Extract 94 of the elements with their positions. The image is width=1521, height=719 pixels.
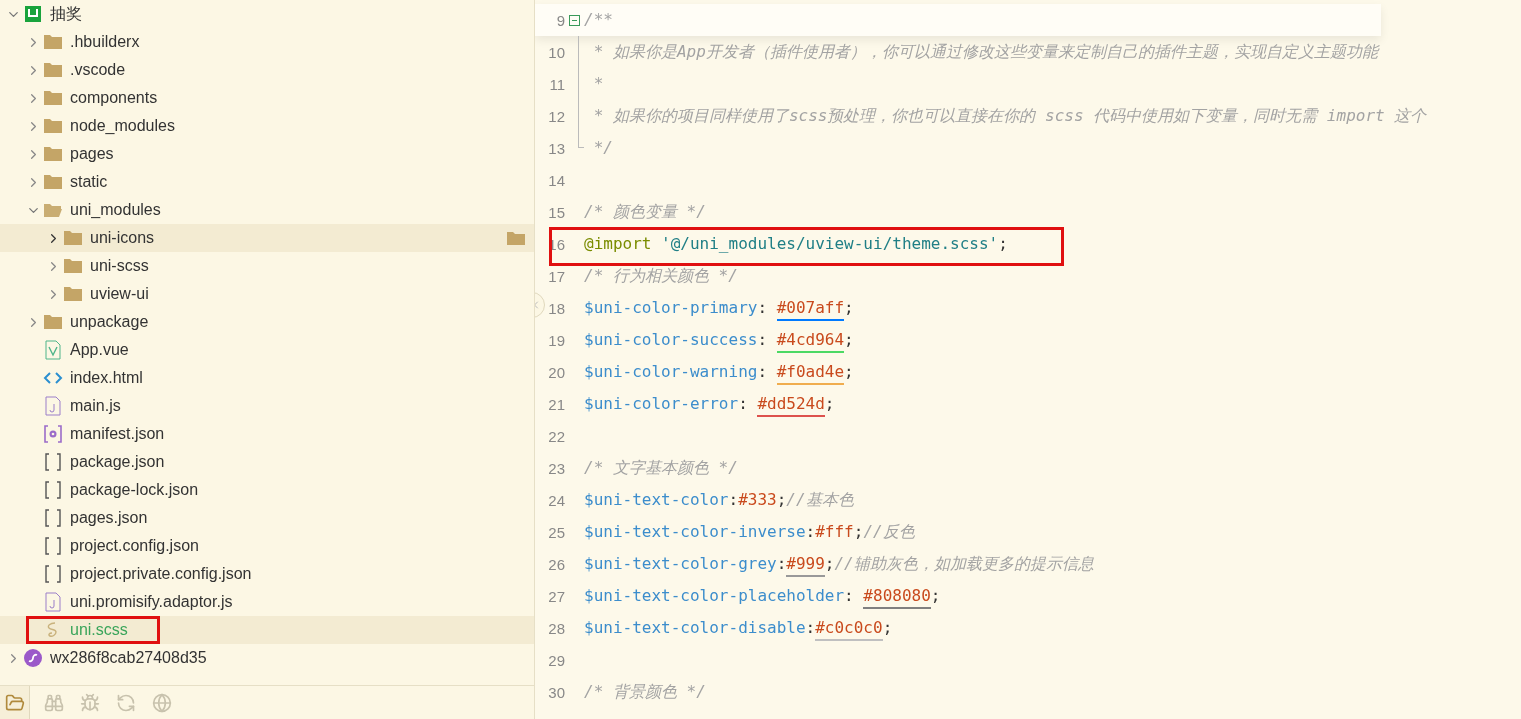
vue-file-icon	[45, 340, 61, 360]
tree-item[interactable]: index.html	[0, 364, 534, 392]
tree-item[interactable]: App.vue	[0, 336, 534, 364]
script-file-icon	[45, 592, 61, 612]
line-number: 11	[548, 75, 565, 93]
code-line: /* 背景颜色 */	[584, 684, 706, 700]
code-line: $uni-text-color-grey:#999;//辅助灰色，如加载更多的提示信息	[584, 556, 1094, 572]
folder-icon	[43, 174, 63, 190]
tree-item[interactable]: manifest.json	[0, 420, 534, 448]
tree-item[interactable]: node_modules	[0, 112, 534, 140]
line-number: 20	[547, 363, 565, 381]
line-number: 23	[547, 459, 565, 477]
tree-item[interactable]: package-lock.json	[0, 476, 534, 504]
tree-item[interactable]: uni.promisify.adaptor.js	[0, 588, 534, 616]
code-line: $uni-text-color-placeholder: #808080;	[584, 588, 941, 604]
tree-item[interactable]: uni-icons	[0, 224, 534, 252]
line-number: 13	[547, 139, 565, 157]
tree-item[interactable]: components	[0, 84, 534, 112]
tree-item[interactable]: package.json	[0, 448, 534, 476]
folder-icon	[43, 90, 63, 106]
code-line: *	[592, 76, 604, 92]
code-brackets-icon	[43, 371, 63, 385]
line-number: 18	[547, 299, 565, 317]
tree-item[interactable]: uni_modules	[0, 196, 534, 224]
binoculars-icon	[44, 692, 64, 713]
folder-icon[interactable]	[506, 231, 526, 246]
code-line: * 如果你是App开发者（插件使用者），你可以通过修改这些变量来定制自己的插件主题，实现自定义主题功能	[592, 44, 1378, 60]
code-line: @import '@/uni_modules/uview-ui/theme.scss';	[584, 236, 1008, 252]
folder-icon	[43, 118, 63, 134]
project-icon	[24, 5, 42, 23]
brackets-icon	[44, 565, 62, 583]
line-number: 29	[547, 651, 565, 669]
folder-tab[interactable]	[0, 686, 30, 719]
tree-item[interactable]: main.js	[0, 392, 534, 420]
code-line: /* 行为相关颜色 */	[584, 268, 738, 284]
line-number: 28	[547, 619, 565, 637]
code-line: /**	[584, 12, 613, 28]
tree-item[interactable]: unpackage	[0, 308, 534, 336]
tree-item[interactable]: 抽奖	[0, 0, 534, 28]
folder-icon	[43, 146, 63, 162]
line-number: 12	[547, 107, 565, 125]
code-line: $uni-text-color-disable:#c0c0c0;	[584, 620, 893, 636]
tree-item[interactable]: static	[0, 168, 534, 196]
folder-icon	[43, 314, 63, 330]
line-number: 30	[547, 683, 565, 701]
bug-icon	[80, 692, 100, 713]
tree-item[interactable]: .vscode	[0, 56, 534, 84]
line-number: 17	[547, 267, 565, 285]
tree-item[interactable]: uni-scss	[0, 252, 534, 280]
tree-item[interactable]: pages.json	[0, 504, 534, 532]
line-number: 24	[547, 491, 565, 509]
tree-item[interactable]: project.config.json	[0, 532, 534, 560]
code-line: $uni-color-success: #4cd964;	[584, 332, 854, 348]
link-circle-icon	[23, 648, 43, 668]
folder-icon	[4, 692, 25, 713]
line-number: 15	[547, 203, 565, 221]
globe-icon	[152, 692, 172, 713]
line-number: 19	[547, 331, 565, 349]
settings-file-icon	[44, 425, 62, 443]
fold-icon[interactable]	[569, 14, 580, 26]
open-folder-icon	[43, 202, 63, 218]
tree-item[interactable]: project.private.config.json	[0, 560, 534, 588]
brackets-icon	[44, 509, 62, 527]
tree-item[interactable]: pages	[0, 140, 534, 168]
tree-item[interactable]: .hbuilderx	[0, 28, 534, 56]
folder-icon	[63, 258, 83, 274]
code-line: * 如果你的项目同样使用了scss预处理，你也可以直接在你的 scss 代码中使用如下变量，同时无需 import 这个	[592, 108, 1427, 124]
folder-icon	[43, 34, 63, 50]
line-number: 9	[555, 11, 565, 29]
code-line: $uni-color-warning: #f0ad4e;	[584, 364, 854, 380]
code-line: /* 文字基本颜色 */	[584, 460, 738, 476]
line-number: 14	[547, 171, 565, 189]
code-line: */	[592, 140, 613, 156]
brackets-icon	[44, 537, 62, 555]
brackets-icon	[44, 481, 62, 499]
folder-icon	[43, 62, 63, 78]
line-number: 26	[547, 555, 565, 573]
code-line: $uni-color-error: #dd524d;	[584, 396, 835, 412]
tree-item[interactable]: wx286f8cab27408d35	[0, 644, 534, 672]
folder-icon	[63, 230, 83, 246]
line-number: 10	[547, 43, 565, 61]
code-line: $uni-text-color-inverse:#fff;//反色	[584, 524, 915, 540]
folder-icon	[63, 286, 83, 302]
line-number: 22	[547, 427, 565, 445]
line-number: 25	[547, 523, 565, 541]
code-line: /* 颜色变量 */	[584, 204, 706, 220]
line-number: 27	[547, 587, 565, 605]
brackets-icon	[44, 453, 62, 471]
script-file-icon	[45, 396, 61, 416]
code-line: $uni-color-primary: #007aff;	[584, 300, 854, 316]
tree-item[interactable]: uview-ui	[0, 280, 534, 308]
line-number: 21	[547, 395, 565, 413]
refresh-icon	[116, 692, 136, 713]
code-line: $uni-text-color:#333;//基本色	[584, 492, 854, 508]
